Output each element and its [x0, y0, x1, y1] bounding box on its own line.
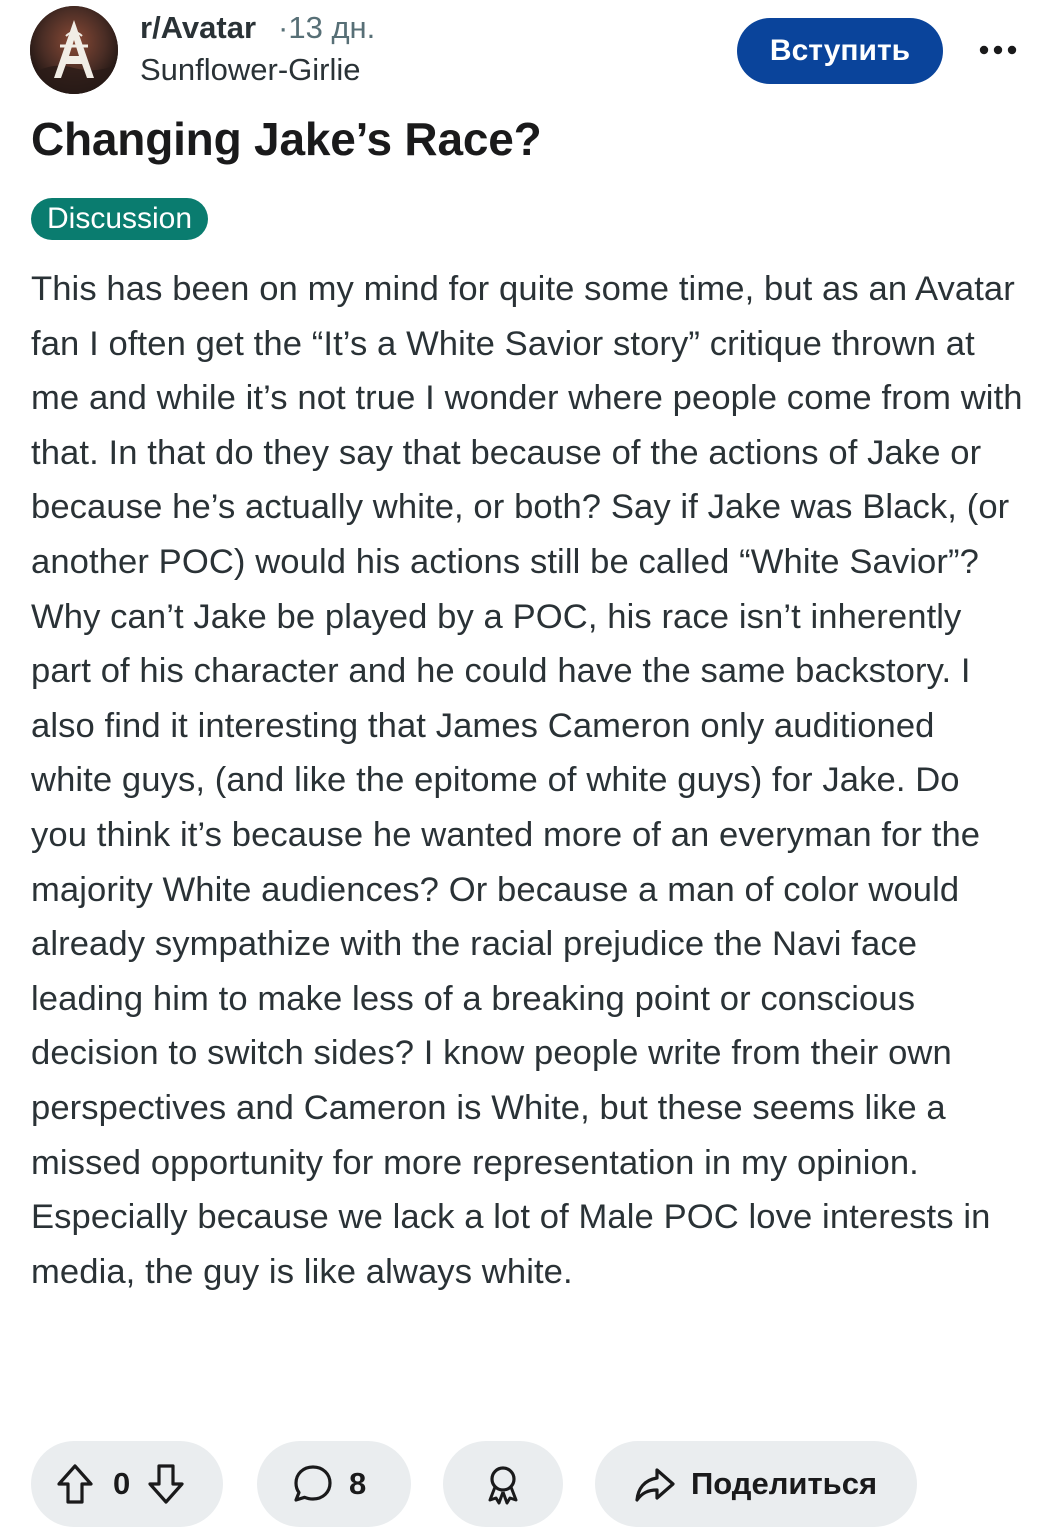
- share-button[interactable]: Поделиться: [595, 1441, 917, 1527]
- downvote-button[interactable]: [142, 1460, 190, 1508]
- comment-icon: [294, 1465, 332, 1502]
- award-icon: [488, 1466, 518, 1505]
- meta-line: r/Avatar · 13 дн.: [140, 10, 375, 50]
- award-button[interactable]: [443, 1441, 563, 1527]
- post-header: r/Avatar · 13 дн. Sunflower-Girlie Вступ…: [30, 6, 1020, 96]
- upvote-button[interactable]: [51, 1460, 99, 1508]
- post-age: 13 дн.: [288, 10, 376, 45]
- upvote-icon: [57, 1464, 93, 1504]
- more-options-button[interactable]: [976, 28, 1020, 72]
- comment-count: 8: [349, 1466, 367, 1501]
- downvote-icon: [148, 1464, 184, 1504]
- join-button[interactable]: Вступить: [737, 18, 943, 84]
- post-actions-bar: 0 8 Поделиться: [31, 1441, 1021, 1527]
- post-body: This has been on my mind for quite some …: [31, 270, 1023, 1291]
- post-meta: r/Avatar · 13 дн. Sunflower-Girlie: [140, 10, 375, 88]
- author-name[interactable]: Sunflower-Girlie: [140, 52, 375, 88]
- post-flair[interactable]: Discussion: [31, 198, 209, 240]
- subreddit-avatar[interactable]: [30, 6, 118, 94]
- meta-separator: ·: [278, 10, 289, 45]
- vote-group: 0: [31, 1441, 223, 1527]
- share-icon: [635, 1468, 675, 1502]
- more-horizontal-icon: [979, 45, 1017, 55]
- comments-button[interactable]: 8: [257, 1441, 411, 1527]
- subreddit-name[interactable]: r/Avatar: [140, 10, 256, 46]
- avatar-logo-icon: [30, 6, 118, 94]
- share-label: Поделиться: [691, 1466, 878, 1501]
- post-title[interactable]: Changing Jake’s Race?: [31, 112, 542, 166]
- vote-count: 0: [113, 1466, 131, 1501]
